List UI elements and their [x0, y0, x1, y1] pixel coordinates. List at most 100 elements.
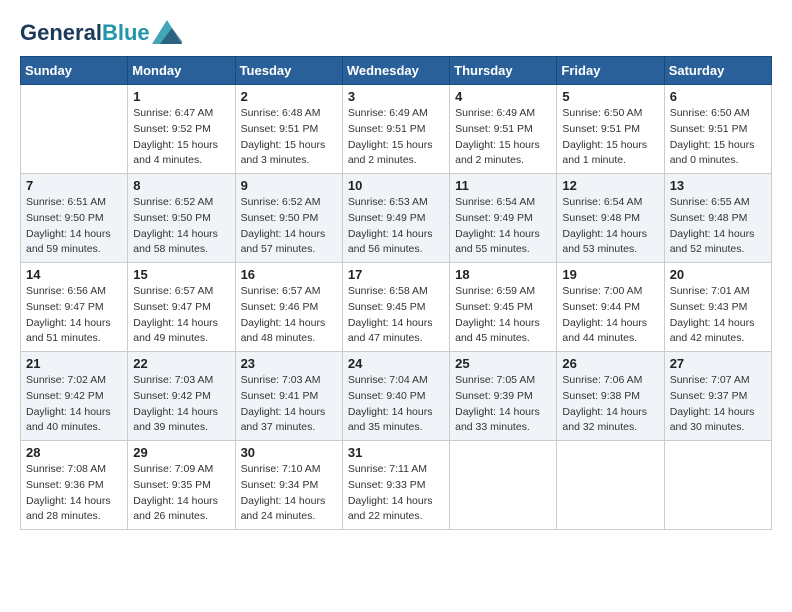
- day-number: 7: [26, 178, 122, 193]
- day-cell: 15 Sunrise: 6:57 AMSunset: 9:47 PMDayligh…: [128, 263, 235, 352]
- day-number: 30: [241, 445, 337, 460]
- day-info: Sunrise: 6:59 AMSunset: 9:45 PMDaylight:…: [455, 284, 551, 347]
- calendar-header-row: SundayMondayTuesdayWednesdayThursdayFrid…: [21, 57, 772, 85]
- day-cell: 11 Sunrise: 6:54 AMSunset: 9:49 PMDayligh…: [450, 174, 557, 263]
- day-number: 10: [348, 178, 444, 193]
- day-info: Sunrise: 6:49 AMSunset: 9:51 PMDaylight:…: [455, 106, 551, 169]
- day-cell: 10 Sunrise: 6:53 AMSunset: 9:49 PMDayligh…: [342, 174, 449, 263]
- day-info: Sunrise: 6:58 AMSunset: 9:45 PMDaylight:…: [348, 284, 444, 347]
- header-friday: Friday: [557, 57, 664, 85]
- day-number: 14: [26, 267, 122, 282]
- calendar-table: SundayMondayTuesdayWednesdayThursdayFrid…: [20, 56, 772, 530]
- day-cell: [450, 441, 557, 530]
- day-cell: 12 Sunrise: 6:54 AMSunset: 9:48 PMDayligh…: [557, 174, 664, 263]
- day-cell: 13 Sunrise: 6:55 AMSunset: 9:48 PMDayligh…: [664, 174, 771, 263]
- header-saturday: Saturday: [664, 57, 771, 85]
- day-info: Sunrise: 6:50 AMSunset: 9:51 PMDaylight:…: [670, 106, 766, 169]
- day-info: Sunrise: 6:54 AMSunset: 9:48 PMDaylight:…: [562, 195, 658, 258]
- day-info: Sunrise: 7:01 AMSunset: 9:43 PMDaylight:…: [670, 284, 766, 347]
- day-number: 3: [348, 89, 444, 104]
- day-cell: 24Sunrise: 7:04 AMSunset: 9:40 PMDayligh…: [342, 352, 449, 441]
- day-cell: 16Sunrise: 6:57 AMSunset: 9:46 PMDayligh…: [235, 263, 342, 352]
- day-cell: 23Sunrise: 7:03 AMSunset: 9:41 PMDayligh…: [235, 352, 342, 441]
- logo: GeneralBlue: [20, 20, 182, 46]
- day-cell: [21, 85, 128, 174]
- day-info: Sunrise: 6:56 AMSunset: 9:47 PMDaylight:…: [26, 284, 122, 347]
- day-number: 6: [670, 89, 766, 104]
- header-wednesday: Wednesday: [342, 57, 449, 85]
- day-number: 13: [670, 178, 766, 193]
- day-info: Sunrise: 7:03 AMSunset: 9:41 PMDaylight:…: [241, 373, 337, 436]
- week-row-0: 1 Sunrise: 6:47 AMSunset: 9:52 PMDaylight…: [21, 85, 772, 174]
- day-info: Sunrise: 6:52 AMSunset: 9:50 PMDaylight:…: [241, 195, 337, 258]
- day-cell: [664, 441, 771, 530]
- day-number: 25: [455, 356, 551, 371]
- day-number: 18: [455, 267, 551, 282]
- week-row-2: 14 Sunrise: 6:56 AMSunset: 9:47 PMDayligh…: [21, 263, 772, 352]
- day-number: 26: [562, 356, 658, 371]
- day-info: Sunrise: 6:52 AMSunset: 9:50 PMDaylight:…: [133, 195, 229, 258]
- day-cell: 30 Sunrise: 7:10 AMSunset: 9:34 PMDayligh…: [235, 441, 342, 530]
- day-cell: 9 Sunrise: 6:52 AMSunset: 9:50 PMDaylight…: [235, 174, 342, 263]
- day-number: 27: [670, 356, 766, 371]
- day-info: Sunrise: 6:54 AMSunset: 9:49 PMDaylight:…: [455, 195, 551, 258]
- logo-text: GeneralBlue: [20, 21, 150, 45]
- day-cell: 5Sunrise: 6:50 AMSunset: 9:51 PMDaylight…: [557, 85, 664, 174]
- day-cell: 27 Sunrise: 7:07 AMSunset: 9:37 PMDayligh…: [664, 352, 771, 441]
- day-info: Sunrise: 6:57 AMSunset: 9:47 PMDaylight:…: [133, 284, 229, 347]
- day-number: 29: [133, 445, 229, 460]
- day-cell: 31 Sunrise: 7:11 AMSunset: 9:33 PMDayligh…: [342, 441, 449, 530]
- day-info: Sunrise: 6:47 AMSunset: 9:52 PMDaylight:…: [133, 106, 229, 169]
- day-cell: 21 Sunrise: 7:02 AMSunset: 9:42 PMDayligh…: [21, 352, 128, 441]
- day-number: 22: [133, 356, 229, 371]
- day-number: 9: [241, 178, 337, 193]
- day-number: 15: [133, 267, 229, 282]
- day-cell: 4 Sunrise: 6:49 AMSunset: 9:51 PMDaylight…: [450, 85, 557, 174]
- day-info: Sunrise: 7:08 AMSunset: 9:36 PMDaylight:…: [26, 462, 122, 525]
- day-info: Sunrise: 6:50 AMSunset: 9:51 PMDaylight:…: [562, 106, 658, 169]
- day-cell: 7 Sunrise: 6:51 AMSunset: 9:50 PMDaylight…: [21, 174, 128, 263]
- day-info: Sunrise: 7:00 AMSunset: 9:44 PMDaylight:…: [562, 284, 658, 347]
- day-cell: 6 Sunrise: 6:50 AMSunset: 9:51 PMDaylight…: [664, 85, 771, 174]
- day-number: 12: [562, 178, 658, 193]
- week-row-4: 28 Sunrise: 7:08 AMSunset: 9:36 PMDayligh…: [21, 441, 772, 530]
- day-cell: 19 Sunrise: 7:00 AMSunset: 9:44 PMDayligh…: [557, 263, 664, 352]
- day-info: Sunrise: 7:03 AMSunset: 9:42 PMDaylight:…: [133, 373, 229, 436]
- week-row-3: 21 Sunrise: 7:02 AMSunset: 9:42 PMDayligh…: [21, 352, 772, 441]
- day-number: 19: [562, 267, 658, 282]
- day-number: 4: [455, 89, 551, 104]
- day-cell: 28 Sunrise: 7:08 AMSunset: 9:36 PMDayligh…: [21, 441, 128, 530]
- day-info: Sunrise: 7:11 AMSunset: 9:33 PMDaylight:…: [348, 462, 444, 525]
- day-info: Sunrise: 7:06 AMSunset: 9:38 PMDaylight:…: [562, 373, 658, 436]
- day-number: 21: [26, 356, 122, 371]
- day-info: Sunrise: 6:53 AMSunset: 9:49 PMDaylight:…: [348, 195, 444, 258]
- day-info: Sunrise: 7:07 AMSunset: 9:37 PMDaylight:…: [670, 373, 766, 436]
- day-cell: 8Sunrise: 6:52 AMSunset: 9:50 PMDaylight…: [128, 174, 235, 263]
- day-cell: 3 Sunrise: 6:49 AMSunset: 9:51 PMDaylight…: [342, 85, 449, 174]
- day-number: 11: [455, 178, 551, 193]
- day-number: 17: [348, 267, 444, 282]
- day-cell: 29 Sunrise: 7:09 AMSunset: 9:35 PMDayligh…: [128, 441, 235, 530]
- day-number: 28: [26, 445, 122, 460]
- day-number: 1: [133, 89, 229, 104]
- day-info: Sunrise: 6:55 AMSunset: 9:48 PMDaylight:…: [670, 195, 766, 258]
- day-cell: 26 Sunrise: 7:06 AMSunset: 9:38 PMDayligh…: [557, 352, 664, 441]
- header-sunday: Sunday: [21, 57, 128, 85]
- day-info: Sunrise: 6:51 AMSunset: 9:50 PMDaylight:…: [26, 195, 122, 258]
- day-number: 31: [348, 445, 444, 460]
- day-cell: 2Sunrise: 6:48 AMSunset: 9:51 PMDaylight…: [235, 85, 342, 174]
- day-info: Sunrise: 7:04 AMSunset: 9:40 PMDaylight:…: [348, 373, 444, 436]
- day-info: Sunrise: 7:09 AMSunset: 9:35 PMDaylight:…: [133, 462, 229, 525]
- day-number: 16: [241, 267, 337, 282]
- day-cell: [557, 441, 664, 530]
- day-info: Sunrise: 7:10 AMSunset: 9:34 PMDaylight:…: [241, 462, 337, 525]
- header-monday: Monday: [128, 57, 235, 85]
- day-info: Sunrise: 7:05 AMSunset: 9:39 PMDaylight:…: [455, 373, 551, 436]
- day-info: Sunrise: 6:49 AMSunset: 9:51 PMDaylight:…: [348, 106, 444, 169]
- week-row-1: 7 Sunrise: 6:51 AMSunset: 9:50 PMDaylight…: [21, 174, 772, 263]
- day-number: 20: [670, 267, 766, 282]
- day-cell: 20 Sunrise: 7:01 AMSunset: 9:43 PMDayligh…: [664, 263, 771, 352]
- day-info: Sunrise: 6:48 AMSunset: 9:51 PMDaylight:…: [241, 106, 337, 169]
- day-cell: 22 Sunrise: 7:03 AMSunset: 9:42 PMDayligh…: [128, 352, 235, 441]
- day-info: Sunrise: 7:02 AMSunset: 9:42 PMDaylight:…: [26, 373, 122, 436]
